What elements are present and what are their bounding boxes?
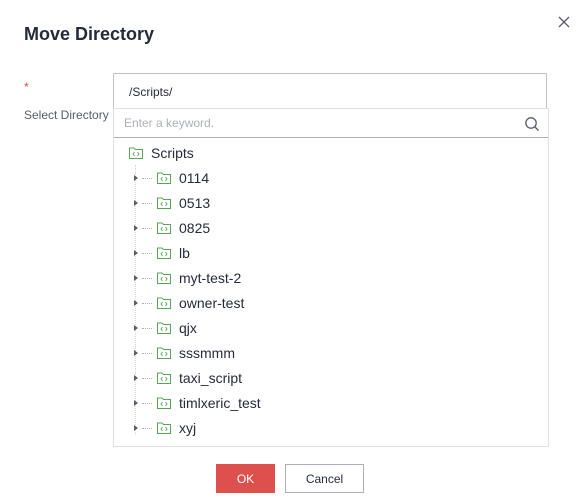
ok-button[interactable]: OK [216, 464, 275, 493]
script-folder-icon [157, 322, 171, 334]
tree-node-label: xyj [179, 420, 197, 436]
tree-node-label: sssmmm [179, 345, 235, 361]
tree-connector [142, 327, 152, 329]
tree-node-label: Scripts [151, 145, 194, 161]
tree-connector [142, 177, 152, 179]
tree-connector [142, 302, 152, 304]
expand-arrow-icon[interactable] [132, 424, 140, 432]
tree-node[interactable]: 0825 [132, 217, 210, 239]
tree-node-label: lb [179, 245, 190, 261]
expand-arrow-icon[interactable] [132, 224, 140, 232]
expand-arrow-icon[interactable] [132, 174, 140, 182]
expand-arrow-icon[interactable] [132, 249, 140, 257]
dialog-title: Move Directory [24, 24, 155, 44]
script-folder-icon [157, 297, 171, 309]
tree-node-label: owner-test [179, 295, 245, 311]
script-folder-icon [157, 272, 171, 284]
tree-node-label: 0513 [179, 195, 211, 211]
expand-arrow-icon[interactable] [132, 199, 140, 207]
tree-node[interactable]: 0114 [132, 167, 209, 189]
script-folder-icon [157, 247, 171, 259]
tree-node[interactable]: 0513 [132, 192, 210, 214]
script-folder-icon [157, 172, 171, 184]
tree-node[interactable]: sssmmm [132, 342, 235, 364]
script-folder-icon [157, 422, 171, 434]
expand-arrow-icon[interactable] [132, 274, 140, 282]
search-icon[interactable] [524, 116, 540, 132]
tree-node-label: 0825 [179, 220, 211, 236]
expand-arrow-icon[interactable] [132, 374, 140, 382]
tree-node-label: myt-test-2 [179, 270, 242, 286]
select-directory-label: Select Directory [24, 108, 109, 122]
directory-dropdown: Scripts 0114 0513 0825 lb [113, 108, 549, 447]
expand-arrow-icon[interactable] [132, 299, 140, 307]
tree-search [114, 109, 548, 138]
script-folder-icon [157, 397, 171, 409]
expand-arrow-icon[interactable] [132, 324, 140, 332]
tree-connector [142, 352, 152, 354]
tree-connector [142, 227, 152, 229]
tree-node[interactable]: myt-test-2 [132, 267, 241, 289]
search-input[interactable] [114, 109, 514, 137]
tree-node[interactable]: owner-test [132, 292, 244, 314]
tree-node[interactable]: xyj [132, 417, 196, 439]
tree-node[interactable]: qjx [132, 317, 197, 339]
script-folder-icon [129, 147, 143, 159]
script-folder-icon [157, 222, 171, 234]
tree-node[interactable]: taxi_script [132, 367, 242, 389]
selected-directory-value: /Scripts/ [129, 85, 173, 99]
tree-node-label: 0114 [179, 170, 210, 186]
tree-connector [142, 377, 152, 379]
required-mark: * [24, 80, 29, 94]
tree-connector [142, 427, 152, 429]
tree-node-root[interactable]: Scripts [128, 142, 194, 164]
tree-node-label: qjx [179, 320, 197, 336]
close-icon[interactable] [556, 14, 572, 30]
expand-arrow-icon[interactable] [132, 349, 140, 357]
tree-node-label: timlxeric_test [179, 395, 261, 411]
script-folder-icon [157, 347, 171, 359]
tree-node-label: taxi_script [179, 370, 243, 386]
script-folder-icon [157, 197, 171, 209]
tree-connector [142, 277, 152, 279]
tree-connector [142, 402, 152, 404]
script-folder-icon [157, 372, 171, 384]
tree-connector [142, 252, 152, 254]
directory-select[interactable]: /Scripts/ [113, 73, 547, 109]
tree-connector [142, 202, 152, 204]
cancel-button[interactable]: Cancel [285, 464, 364, 493]
tree-node[interactable]: timlxeric_test [132, 392, 261, 414]
expand-arrow-icon[interactable] [132, 399, 140, 407]
tree-node[interactable]: lb [132, 242, 190, 264]
